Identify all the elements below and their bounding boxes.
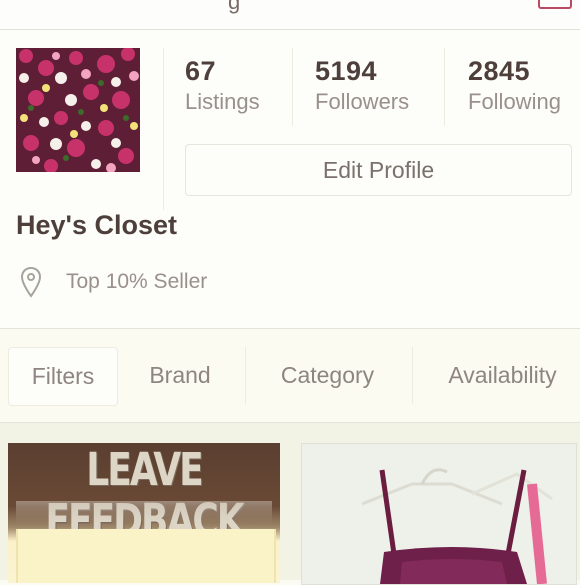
stat-listings[interactable]: 67 Listings <box>185 56 260 115</box>
divider <box>163 48 164 210</box>
menu-icon[interactable] <box>538 0 572 9</box>
divider <box>245 347 246 404</box>
listings-count: 67 <box>185 56 217 86</box>
map-pin-icon <box>20 266 42 298</box>
following-label: Following <box>468 89 561 114</box>
tab-availability[interactable]: Availability <box>420 347 580 404</box>
listings-grid: LEAVE FEEDBACK <box>0 423 580 585</box>
tab-brand[interactable]: Brand <box>125 347 235 404</box>
followers-label: Followers <box>315 89 410 114</box>
tab-filters[interactable]: Filters <box>8 347 118 406</box>
followers-count: 5194 <box>315 56 378 86</box>
top-app-bar: g <box>0 0 580 30</box>
tab-category[interactable]: Category <box>255 347 400 404</box>
photo-frame <box>16 529 276 583</box>
filter-bar: Filters Brand Category Availability <box>0 329 580 423</box>
seller-badge: Top 10% Seller <box>20 266 207 298</box>
profile-header: 67 Listings 5194 Followers 2845 Followin… <box>0 30 580 329</box>
following-count: 2845 <box>468 56 531 86</box>
divider <box>412 347 413 404</box>
divider <box>444 48 445 126</box>
listing-card[interactable]: LEAVE FEEDBACK <box>8 443 280 583</box>
divider <box>292 48 293 126</box>
listings-label: Listings <box>185 89 260 114</box>
dress-on-hanger-photo <box>302 444 576 584</box>
closet-name: Hey's Closet <box>16 210 177 240</box>
flowers-photo <box>16 48 140 172</box>
avatar[interactable] <box>16 48 140 172</box>
seller-badge-text: Top 10% Seller <box>66 270 208 293</box>
text-reflection <box>16 501 272 523</box>
edit-profile-button[interactable]: Edit Profile <box>185 144 572 196</box>
stat-following[interactable]: 2845 Following <box>468 56 561 115</box>
stat-followers[interactable]: 5194 Followers <box>315 56 409 115</box>
header-title: g <box>228 0 241 14</box>
listing-card[interactable] <box>301 443 577 585</box>
